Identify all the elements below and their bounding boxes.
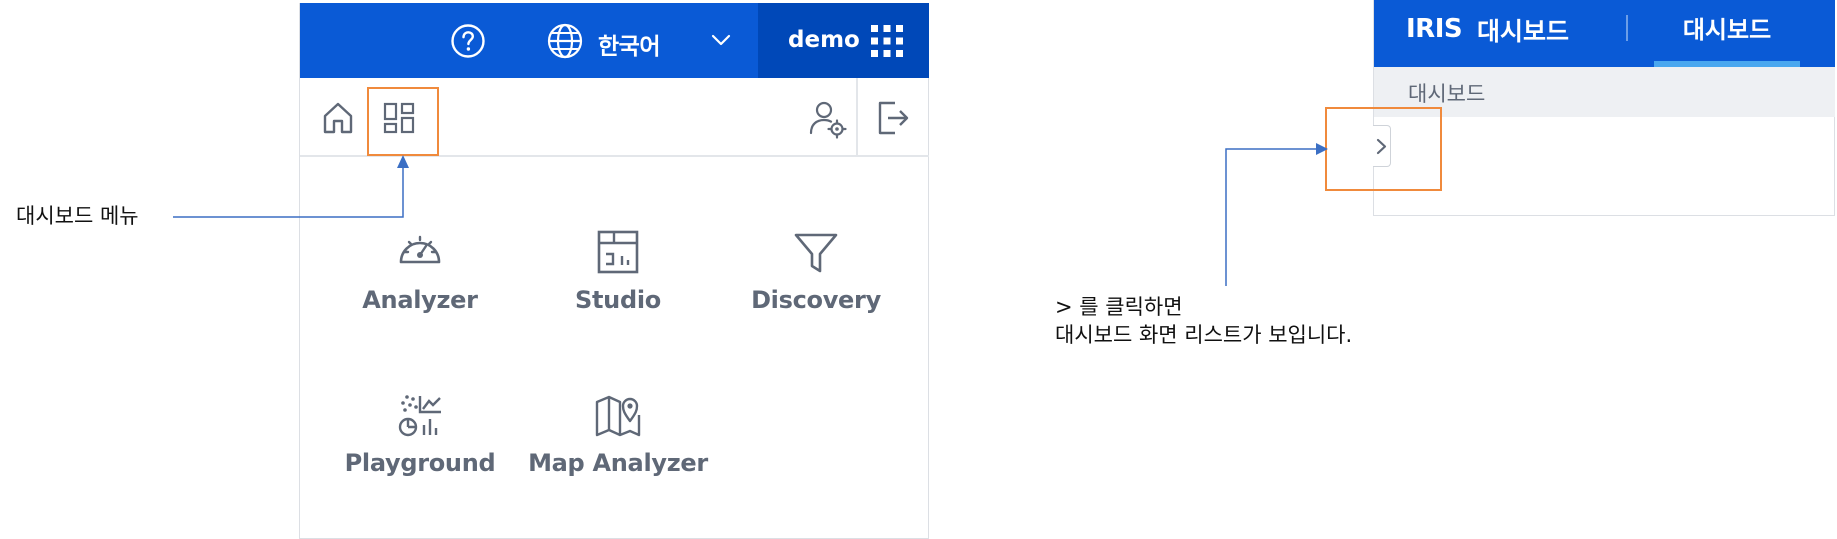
canvas: 한국어 demo Analyzer Studio Discovery Playg…	[0, 0, 1837, 539]
app-panel: 한국어 demo Analyzer Studio Discovery Playg…	[299, 3, 929, 539]
apps-grid-icon[interactable]	[869, 23, 905, 59]
user-name[interactable]: demo	[788, 27, 860, 53]
home-icon[interactable]	[320, 100, 356, 136]
app-label: Studio	[575, 286, 661, 314]
app-label: Analyzer	[362, 286, 478, 314]
brand-subtitle: 대시보드	[1477, 17, 1570, 46]
toggle-callout-arrow	[1225, 143, 1328, 286]
app-label: Playground	[344, 449, 496, 477]
app-playground[interactable]: Playground	[320, 391, 520, 477]
tab-dashboard[interactable]: 대시보드	[1654, 0, 1800, 67]
dashboard-menu-note: 대시보드 메뉴	[16, 204, 139, 228]
app-analyzer[interactable]: Analyzer	[320, 228, 520, 314]
brand-logo[interactable]: IRIS	[1406, 14, 1463, 44]
help-icon[interactable]	[450, 23, 486, 59]
app-map-analyzer[interactable]: Map Analyzer	[518, 391, 718, 477]
logout-icon[interactable]	[875, 99, 911, 137]
dashboard-header: IRIS 대시보드 대시보드	[1374, 0, 1835, 67]
filter-icon	[794, 233, 838, 273]
app-label: Map Analyzer	[528, 449, 708, 477]
dashboard-panel: IRIS 대시보드 대시보드 대시보드	[1373, 0, 1835, 216]
globe-icon[interactable]	[546, 22, 584, 60]
breadcrumb: 대시보드	[1374, 67, 1835, 117]
dashboard-menu-highlight	[367, 87, 439, 156]
app-discovery[interactable]: Discovery	[716, 228, 916, 314]
toggle-highlight	[1325, 107, 1442, 191]
user-settings-icon[interactable]	[808, 99, 848, 139]
app-studio[interactable]: Studio	[518, 228, 718, 314]
app-label: Discovery	[751, 286, 881, 314]
language-selector[interactable]: 한국어	[598, 27, 660, 61]
breadcrumb-item: 대시보드	[1408, 82, 1486, 106]
top-bar: 한국어 demo	[300, 3, 929, 78]
chevron-down-icon[interactable]	[710, 31, 732, 49]
map-pin-icon	[595, 395, 641, 437]
user-menu[interactable]: demo	[758, 3, 929, 78]
toolbar-divider	[856, 78, 858, 157]
tab-label: 대시보드	[1682, 16, 1772, 44]
toggle-note-line2: 대시보드 화면 리스트가 보입니다.	[1055, 323, 1353, 347]
header-separator	[1626, 15, 1628, 41]
studio-icon	[597, 230, 639, 274]
toggle-note-line1: > 를 클릭하면	[1055, 295, 1183, 319]
playground-icon	[398, 395, 441, 437]
dashboard-menu-callout-arrow	[173, 155, 409, 218]
gauge-icon	[399, 235, 441, 264]
